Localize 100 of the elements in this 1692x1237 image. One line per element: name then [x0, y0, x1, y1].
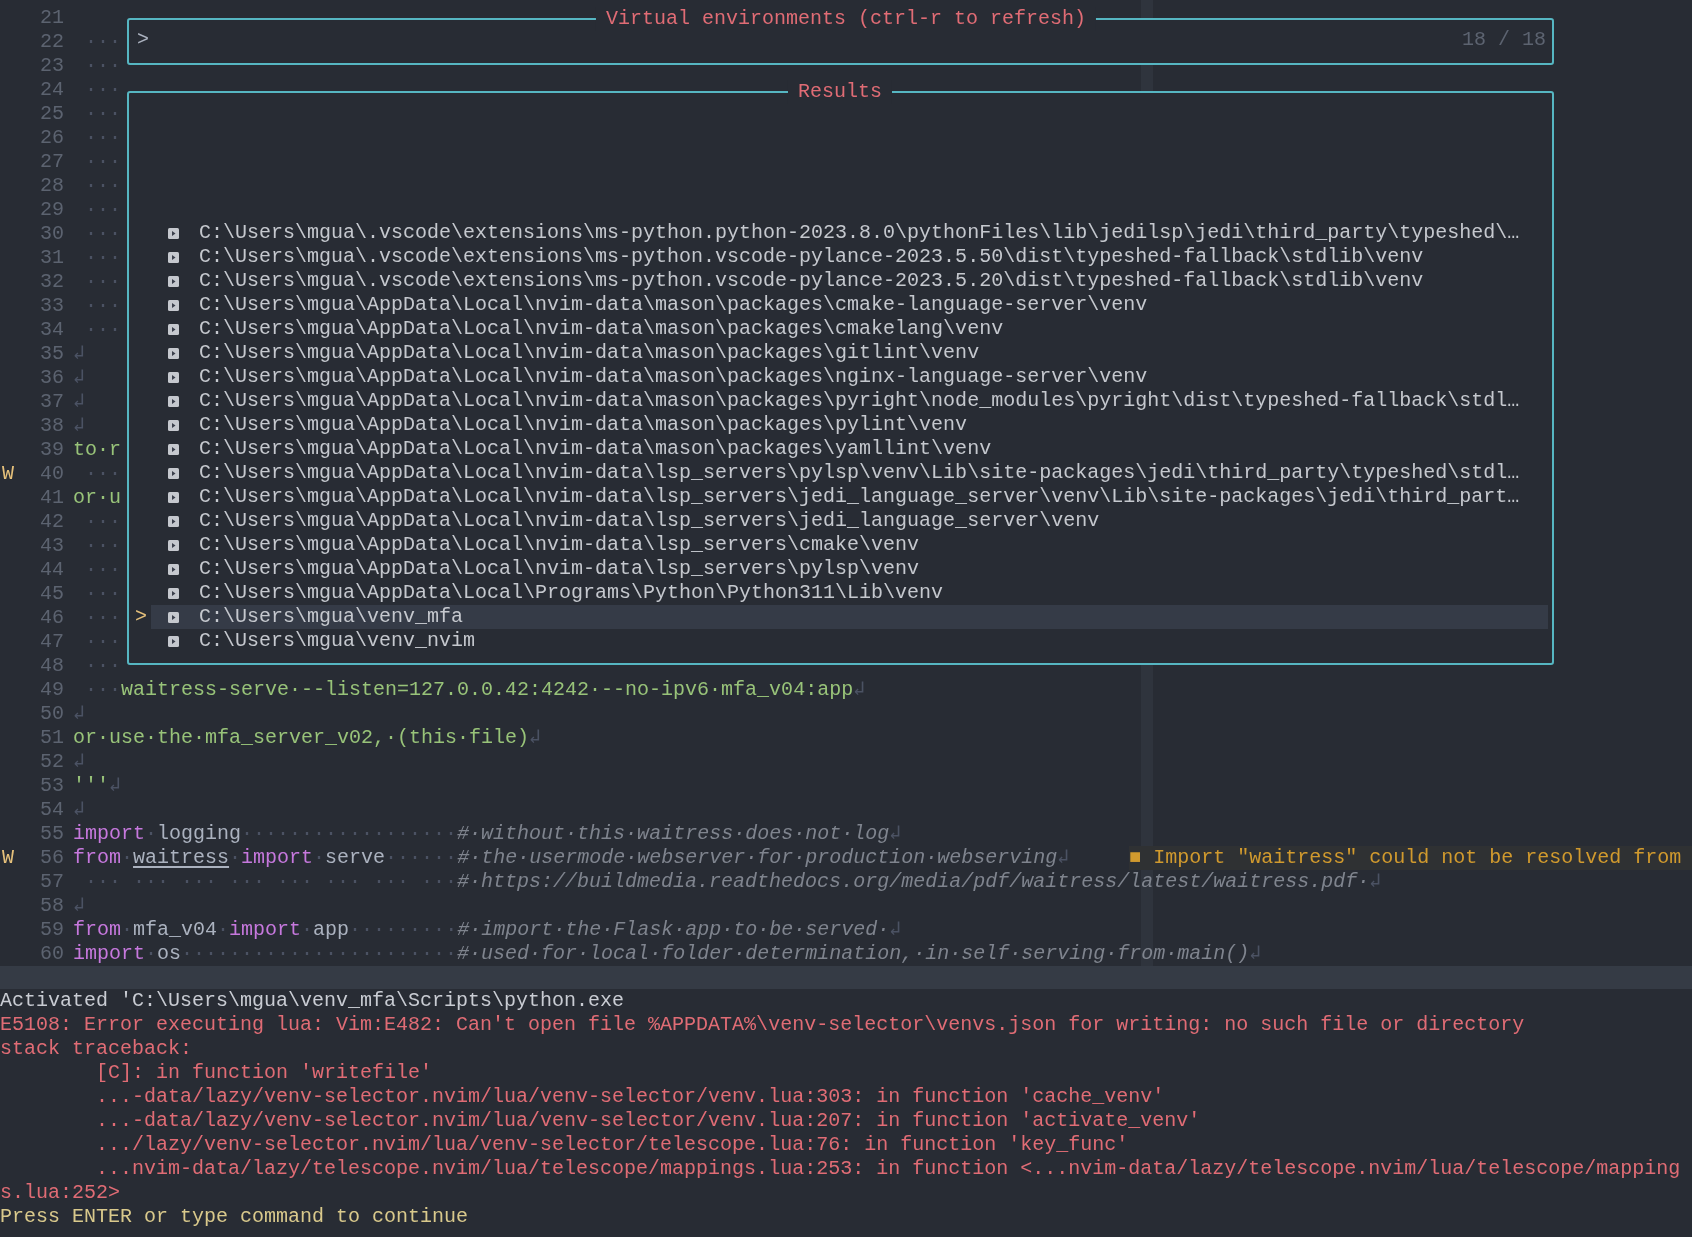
square-icon — [168, 587, 179, 599]
code-line: or·u — [73, 486, 121, 510]
error-message: ...-data/lazy/venv-selector.nvim/lua/venv-selector/venv.lua:303: in function 'cache_venv' — [95, 1085, 1165, 1108]
prompt-symbol: > — [137, 28, 149, 52]
code-line: or·use·the·mfa_server_v02,·(this·file)↲ — [73, 726, 542, 750]
diagnostic-message: ■ Import "waitress" could not be resolved from — [1129, 846, 1692, 870]
result-item[interactable]: C:\Users\mgua\AppData\Local\nvim-data\lsp_servers\pylsp\venv — [151, 557, 1548, 581]
line-number: 30 — [39, 222, 64, 246]
square-icon — [168, 467, 179, 479]
line-number: 21 — [39, 6, 64, 30]
result-item[interactable]: C:\Users\mgua\AppData\Local\nvim-data\mason\packages\cmake-language-server\venv — [151, 293, 1548, 317]
code-line: ··· — [84, 150, 121, 174]
code-line: ··· — [84, 462, 121, 486]
line-number: 54 — [39, 798, 64, 822]
result-item[interactable]: C:\Users\mgua\AppData\Local\nvim-data\mason\packages\gitlint\venv — [151, 341, 1548, 365]
square-icon — [168, 491, 179, 503]
code-line: ··· — [84, 102, 121, 126]
line-number: 53 — [39, 774, 64, 798]
result-item[interactable]: C:\Users\mgua\AppData\Local\nvim-data\mason\packages\pyright\node_modules\pyright\dist\typeshed-fallback\stdl… — [151, 389, 1548, 413]
code-line: ··· — [84, 606, 121, 630]
line-number: 33 — [39, 294, 64, 318]
result-item[interactable]: C:\Users\mgua\venv_nvim — [151, 629, 1548, 653]
error-message: ...-data/lazy/venv-selector.nvim/lua/venv-selector/venv.lua:207: in function 'activate_venv' — [95, 1109, 1201, 1132]
error-message: .../lazy/venv-selector.nvim/lua/venv-selector/telescope.lua:76: in function 'key_func' — [95, 1133, 1129, 1156]
result-item[interactable]: C:\Users\mgua\.vscode\extensions\ms-python.python-2023.8.0\pythonFiles\lib\jedilsp\jedi\third_party\typeshed\… — [151, 221, 1548, 245]
code-line: ··· — [84, 174, 121, 198]
square-icon — [168, 443, 179, 455]
line-number: 48 — [39, 654, 64, 678]
result-item[interactable]: C:\Users\mgua\AppData\Local\nvim-data\lsp_servers\cmake\venv — [151, 533, 1548, 557]
code-line: ··· — [84, 582, 121, 606]
code-line: import·logging··················#·without·this·waitress·does·not·log↲ — [73, 822, 902, 846]
line-number: 60 — [39, 942, 64, 966]
code-line: ··· — [84, 318, 121, 342]
result-item[interactable]: C:\Users\mgua\AppData\Local\nvim-data\mason\packages\yamllint\venv — [151, 437, 1548, 461]
code-line: from·mfa_v04·import·app·········#·import·the·Flask·app·to·be·served·↲ — [73, 918, 902, 942]
code-line: '''↲ — [73, 774, 122, 798]
code-line: ··· — [84, 126, 121, 150]
square-icon — [168, 323, 179, 335]
line-number: 37 — [39, 390, 64, 414]
line-number: 49 — [39, 678, 64, 702]
line-number: 38 — [39, 414, 64, 438]
code-line: ↲ — [73, 390, 86, 414]
line-number: 52 — [39, 750, 64, 774]
error-message: ...nvim-data/lazy/telescope.nvim/lua/telescope/mappings.lua:253: in function <...nvim-data/lazy/telescope.nvim/lua/telescope/mapping — [95, 1157, 1681, 1180]
line-number: 26 — [39, 126, 64, 150]
code-line: ··· ··· ··· ··· ··· ··· ··· ···#·https://buildmedia.readthedocs.org/media/pdf/waitress/latest/waitress.pdf·↲ — [84, 870, 1382, 894]
line-number: 22 — [39, 30, 64, 54]
picker-title: Virtual environments (ctrl-r to refresh) — [595, 7, 1097, 31]
result-item[interactable]: C:\Users\mgua\.vscode\extensions\ms-python.vscode-pylance-2023.5.50\dist\typeshed-fallback\stdlib\venv — [151, 245, 1548, 269]
code-line: ··· — [84, 534, 121, 558]
result-item[interactable]: C:\Users\mgua\AppData\Local\nvim-data\lsp_servers\jedi_language_server\venv\Lib\site-packages\jedi\third_part… — [151, 485, 1548, 509]
result-item[interactable]: C:\Users\mgua\AppData\Local\nvim-data\lsp_servers\pylsp\venv\Lib\site-packages\jedi\third_party\typeshed\stdl… — [151, 461, 1548, 485]
warning-sign: W — [1, 462, 15, 486]
line-number: 40 — [39, 462, 64, 486]
code-line: ↲ — [73, 894, 86, 918]
result-item[interactable]: C:\Users\mgua\AppData\Local\nvim-data\lsp_servers\jedi_language_server\venv — [151, 509, 1548, 533]
result-item[interactable]: C:\Users\mgua\AppData\Local\Programs\Python\Python311\Lib\venv — [151, 581, 1548, 605]
error-message: stack traceback: — [0, 1037, 193, 1060]
line-number: 32 — [39, 270, 64, 294]
line-number: 47 — [39, 630, 64, 654]
line-number: 39 — [39, 438, 64, 462]
line-number: 29 — [39, 198, 64, 222]
code-line: ···waitress-serve·--listen=127.0.0.42:4242·--no-ipv6·mfa_v04:app↲ — [84, 678, 866, 702]
line-number: 28 — [39, 174, 64, 198]
code-line: ··· — [84, 78, 121, 102]
line-number: 59 — [39, 918, 64, 942]
error-message: s.lua:252> — [0, 1181, 121, 1204]
error-message: E5108: Error executing lua: Vim:E482: Can't open file %APPDATA%\venv-selector\venvs.json for writing: no such file or directory — [0, 1013, 1525, 1036]
code-line: ··· — [84, 270, 121, 294]
code-line: ··· — [84, 198, 121, 222]
square-icon — [168, 515, 179, 527]
square-icon — [168, 539, 179, 551]
line-number: 23 — [39, 54, 64, 78]
square-icon — [168, 299, 179, 311]
code-line: ··· — [84, 54, 121, 78]
line-number: 44 — [39, 558, 64, 582]
square-icon — [168, 251, 179, 263]
line-number: 58 — [39, 894, 64, 918]
square-icon — [168, 395, 179, 407]
line-number: 24 — [39, 78, 64, 102]
line-number: 56 — [39, 846, 64, 870]
code-line: ↲ — [73, 750, 86, 774]
square-icon — [168, 635, 179, 647]
line-number: 50 — [39, 702, 64, 726]
result-item[interactable]: C:\Users\mgua\AppData\Local\nvim-data\mason\packages\cmakelang\venv — [151, 317, 1548, 341]
code-line: ··· — [84, 630, 121, 654]
result-item[interactable]: C:\Users\mgua\AppData\Local\nvim-data\mason\packages\nginx-language-server\venv — [151, 365, 1548, 389]
square-icon — [168, 227, 179, 239]
line-number: 31 — [39, 246, 64, 270]
result-item[interactable]: C:\Users\mgua\.vscode\extensions\ms-python.vscode-pylance-2023.5.20\dist\typeshed-fallback\stdlib\venv — [151, 269, 1548, 293]
result-item[interactable]: C:\Users\mgua\AppData\Local\nvim-data\mason\packages\pylint\venv — [151, 413, 1548, 437]
code-line: from·waitress·import·serve······#·the·usermode·webserver·for·production·webserving↲ — [73, 846, 1070, 870]
code-line: ↲ — [73, 342, 86, 366]
square-icon — [168, 611, 179, 623]
line-number: 55 — [39, 822, 64, 846]
square-icon — [168, 371, 179, 383]
code-line: ··· — [84, 222, 121, 246]
line-number: 34 — [39, 318, 64, 342]
result-item[interactable]: C:\Users\mgua\venv_mfa — [151, 605, 1548, 629]
line-number: 35 — [39, 342, 64, 366]
